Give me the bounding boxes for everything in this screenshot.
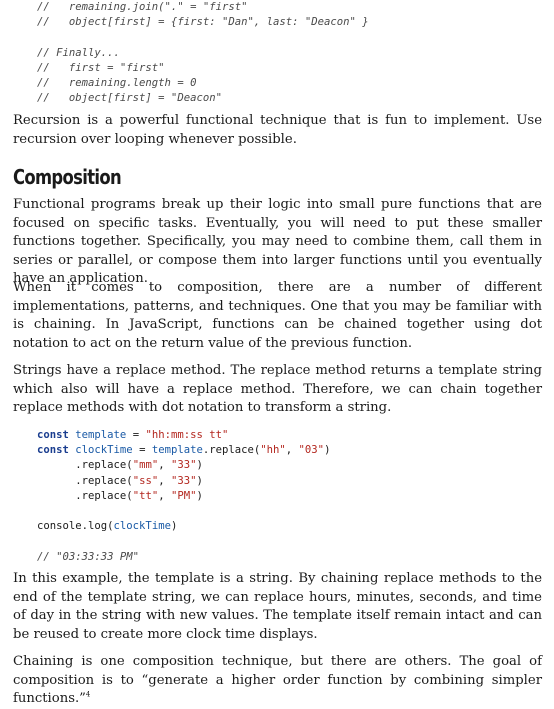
code-line: // first = "first" [37, 61, 165, 74]
paragraph-replace-method: Strings have a replace method. The repla… [13, 363, 542, 415]
code-string: "mm" [132, 459, 159, 472]
paragraph-text: Chaining is one composition technique, b… [13, 654, 542, 706]
footnote-marker[interactable]: 4 [86, 691, 90, 699]
code-call: .replace( [75, 489, 133, 502]
code-line: const clockTime = template.replace("hh",… [37, 444, 331, 457]
code-block-clocktime: const template = "hh:mm:ss tt" const cloc… [37, 428, 330, 565]
code-string: "tt" [132, 489, 159, 502]
code-keyword: const [37, 444, 69, 457]
code-line: // Finally... [37, 46, 120, 59]
code-operator: = [132, 444, 152, 457]
code-block-recursion-trace: // remaining.join("." = "first" // object… [37, 0, 369, 106]
code-line: // remaining.join("." = "first" [37, 1, 248, 13]
paragraph-recursion: Recursion is a powerful functional techn… [13, 113, 542, 147]
section-heading: Composition [13, 165, 122, 189]
code-identifier: clockTime [75, 444, 133, 457]
code-string: "PM" [170, 489, 197, 502]
code-string: "03" [298, 444, 325, 457]
code-call: .replace( [202, 444, 261, 457]
paragraph-chaining-goal: Chaining is one composition technique, b… [13, 653, 542, 709]
code-line: .replace("ss", "33") [75, 474, 203, 487]
code-string: "ss" [132, 474, 159, 487]
code-string: "33" [170, 459, 197, 472]
paragraph-chaining-intro: When it comes to composition, there are … [13, 280, 542, 351]
code-string: "hh:mm:ss tt" [145, 429, 229, 441]
paragraph-example-explained: In this example, the template is a strin… [13, 571, 542, 642]
code-string: "hh" [260, 444, 286, 457]
code-line: // object[first] = "Deacon" [37, 92, 222, 105]
code-identifier: template [151, 444, 203, 457]
code-line: // object[first] = {first: "Dan", last: … [37, 16, 369, 29]
code-call: .replace( [75, 459, 133, 472]
code-call: .replace( [75, 474, 133, 487]
code-identifier: clockTime [113, 520, 171, 533]
code-line: const template = "hh:mm:ss tt" [37, 428, 330, 443]
paragraph-composition-intro: Functional programs break up their logic… [13, 197, 542, 286]
code-operator: = [126, 429, 146, 441]
code-line: // "03:33:33 PM" [37, 550, 140, 563]
code-keyword: const [37, 429, 69, 441]
code-line: .replace("mm", "33") [75, 459, 203, 472]
code-line: console.log(clockTime) [37, 520, 178, 533]
code-line: .replace("tt", "PM") [75, 489, 203, 502]
code-identifier: template [75, 429, 127, 441]
code-line: // remaining.length = 0 [37, 76, 197, 89]
code-string: "33" [170, 474, 197, 487]
code-call: console.log( [37, 520, 114, 533]
